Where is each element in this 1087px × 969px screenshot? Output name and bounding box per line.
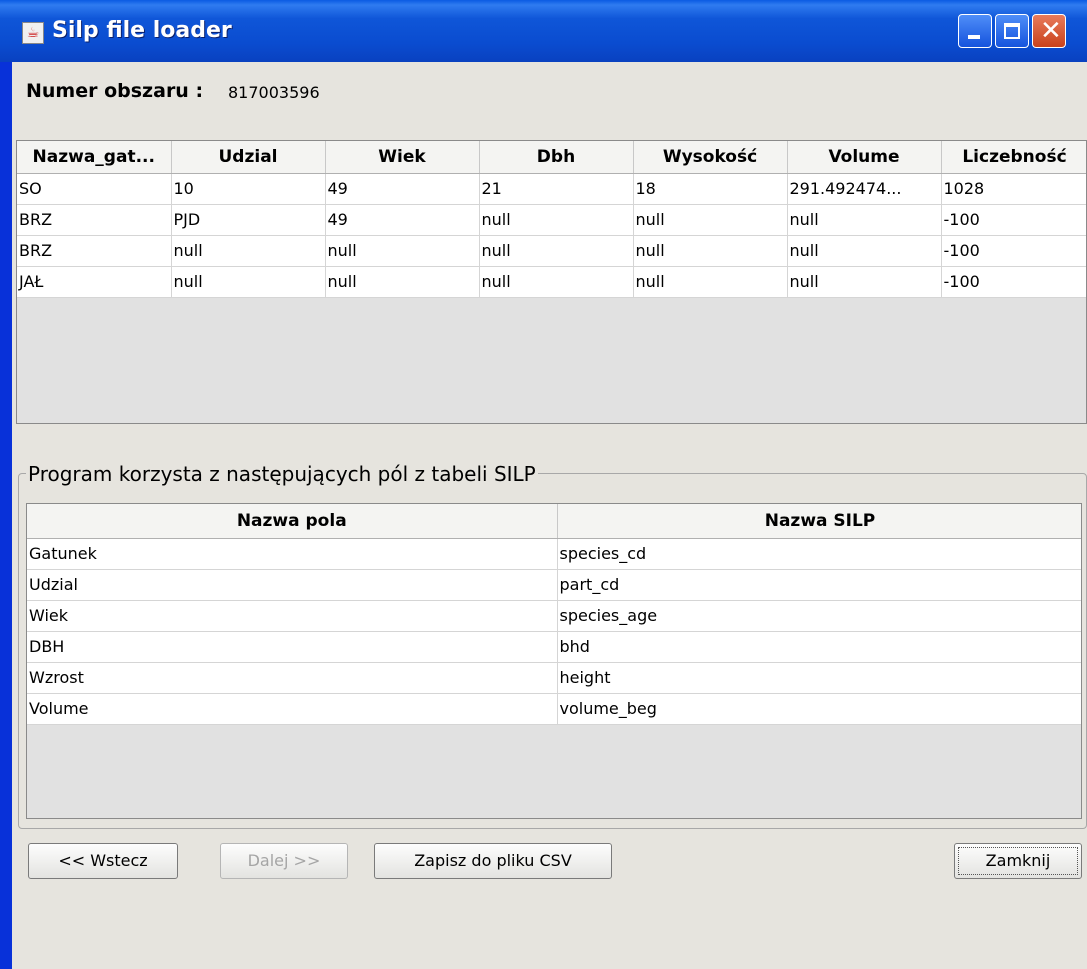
column-header[interactable]: Wiek — [325, 141, 480, 174]
table-cell[interactable]: 21 — [479, 173, 634, 205]
java-app-icon: ☕ — [22, 22, 44, 44]
table-row[interactable]: BRZ null null null null null -100 — [17, 235, 1086, 267]
species-table[interactable]: Nazwa_gat... Udzial Wiek Dbh Wysokość Vo… — [16, 140, 1087, 424]
table-cell[interactable]: species_age — [557, 600, 1081, 632]
table-cell[interactable]: Gatunek — [27, 538, 558, 570]
table-row[interactable]: SO 10 49 21 18 291.492474... 1028 — [17, 173, 1086, 205]
close-button-label: Zamknij — [958, 847, 1078, 875]
table-cell[interactable]: null — [633, 266, 788, 298]
table-cell[interactable]: part_cd — [557, 569, 1081, 601]
close-window-button[interactable]: ✕ — [1032, 14, 1066, 48]
table-cell[interactable]: BRZ — [17, 204, 172, 236]
client-area: Numer obszaru : 817003596 Nazwa_gat... U… — [12, 62, 1087, 969]
species-table-header: Nazwa_gat... Udzial Wiek Dbh Wysokość Vo… — [17, 141, 1086, 174]
table-cell[interactable]: Wzrost — [27, 662, 558, 694]
column-header[interactable]: Wysokość — [633, 141, 788, 174]
table-row[interactable]: Volume volume_beg — [27, 693, 1081, 725]
table-cell[interactable]: species_cd — [557, 538, 1081, 570]
table-cell[interactable]: null — [787, 235, 942, 267]
column-header[interactable]: Liczebność — [941, 141, 1086, 174]
table-row[interactable]: JAŁ null null null null null -100 — [17, 266, 1086, 298]
maximize-icon — [1004, 23, 1020, 39]
table-cell[interactable]: null — [479, 204, 634, 236]
table-cell[interactable]: null — [787, 266, 942, 298]
column-header[interactable]: Dbh — [479, 141, 634, 174]
table-row[interactable]: Wzrost height — [27, 662, 1081, 694]
table-cell[interactable]: Udzial — [27, 569, 558, 601]
table-row[interactable]: DBH bhd — [27, 631, 1081, 663]
table-cell[interactable]: null — [633, 204, 788, 236]
table-cell[interactable]: null — [171, 266, 326, 298]
table-cell[interactable]: 10 — [171, 173, 326, 205]
table-cell[interactable]: -100 — [941, 204, 1086, 236]
table-cell[interactable]: null — [787, 204, 942, 236]
table-cell[interactable]: height — [557, 662, 1081, 694]
silp-fields-table-header: Nazwa pola Nazwa SILP — [27, 504, 1081, 539]
minimize-button[interactable] — [958, 14, 992, 48]
table-cell[interactable]: null — [479, 235, 634, 267]
table-cell[interactable]: SO — [17, 173, 172, 205]
table-row[interactable]: BRZ PJD 49 null null null -100 — [17, 204, 1086, 236]
minimize-icon — [968, 35, 980, 39]
silp-fields-table[interactable]: Nazwa pola Nazwa SILP Gatunek species_cd… — [26, 503, 1082, 819]
table-row[interactable]: Udzial part_cd — [27, 569, 1081, 601]
table-cell[interactable]: -100 — [941, 266, 1086, 298]
close-icon: ✕ — [1040, 16, 1062, 46]
table-cell[interactable]: BRZ — [17, 235, 172, 267]
table-cell[interactable]: 1028 — [941, 173, 1086, 205]
area-number-value: 817003596 — [228, 83, 320, 102]
table-cell[interactable]: null — [171, 235, 326, 267]
table-cell[interactable]: Volume — [27, 693, 558, 725]
table-row[interactable]: Wiek species_age — [27, 600, 1081, 632]
back-button[interactable]: << Wstecz — [28, 843, 178, 879]
table-cell[interactable]: bhd — [557, 631, 1081, 663]
title-bar[interactable]: ☕ Silp file loader ✕ — [0, 0, 1087, 62]
window-title: Silp file loader — [52, 18, 232, 43]
maximize-button[interactable] — [995, 14, 1029, 48]
next-button-disabled[interactable]: Dalej >> — [220, 843, 348, 879]
table-cell[interactable]: null — [325, 266, 480, 298]
column-header[interactable]: Nazwa SILP — [557, 504, 1081, 539]
column-header[interactable]: Nazwa pola — [27, 504, 558, 539]
table-cell[interactable]: 18 — [633, 173, 788, 205]
table-cell[interactable]: null — [325, 235, 480, 267]
close-button[interactable]: Zamknij — [954, 843, 1082, 879]
table-cell[interactable]: JAŁ — [17, 266, 172, 298]
column-header[interactable]: Udzial — [171, 141, 326, 174]
column-header[interactable]: Volume — [787, 141, 942, 174]
table-cell[interactable]: volume_beg — [557, 693, 1081, 725]
column-header[interactable]: Nazwa_gat... — [17, 141, 172, 174]
table-cell[interactable]: 49 — [325, 204, 480, 236]
area-number-label: Numer obszaru : — [26, 80, 204, 102]
table-cell[interactable]: -100 — [941, 235, 1086, 267]
silp-fields-group-title: Program korzysta z następujących pól z t… — [26, 462, 538, 486]
table-row[interactable]: Gatunek species_cd — [27, 538, 1081, 570]
app-window: ☕ Silp file loader ✕ Numer obszaru : 817… — [0, 0, 1087, 969]
table-cell[interactable]: 49 — [325, 173, 480, 205]
table-cell[interactable]: null — [633, 235, 788, 267]
save-csv-button[interactable]: Zapisz do pliku CSV — [374, 843, 612, 879]
table-cell[interactable]: Wiek — [27, 600, 558, 632]
table-cell[interactable]: DBH — [27, 631, 558, 663]
table-cell[interactable]: null — [479, 266, 634, 298]
table-cell[interactable]: 291.492474... — [787, 173, 942, 205]
table-cell[interactable]: PJD — [171, 204, 326, 236]
